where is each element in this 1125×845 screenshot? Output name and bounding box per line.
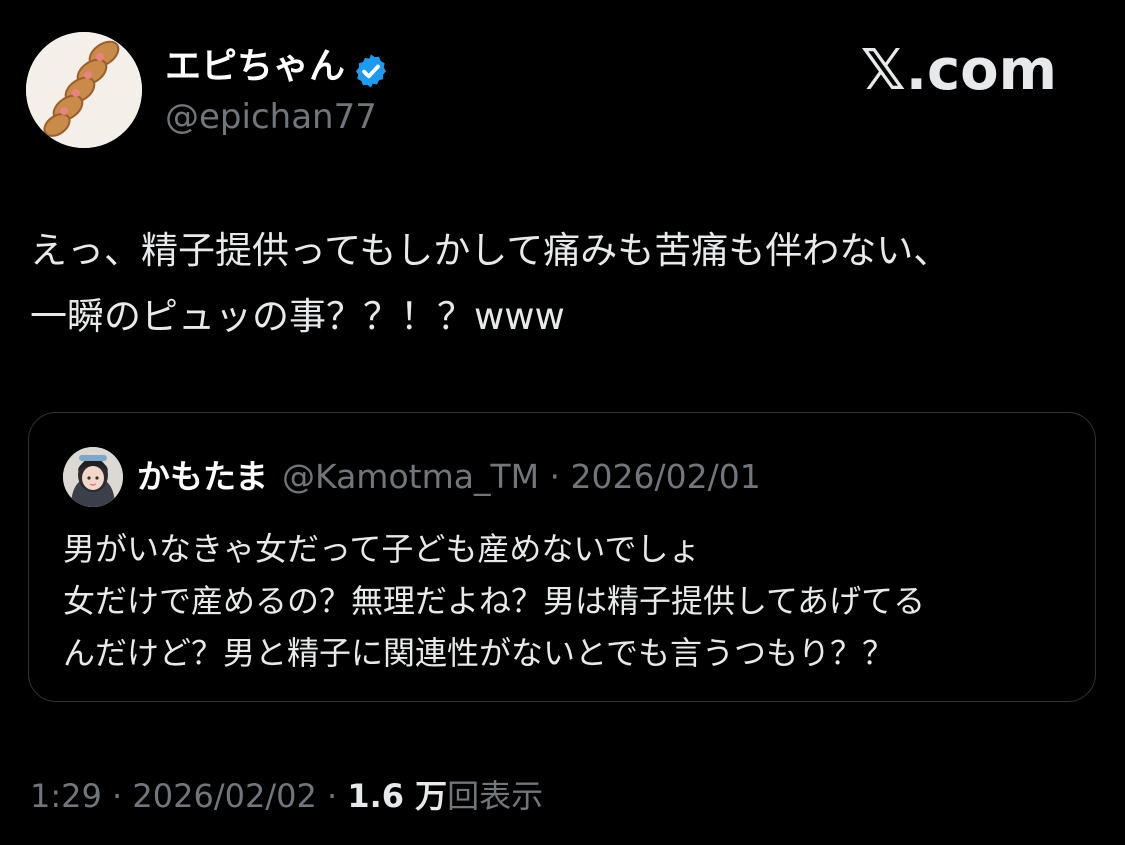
- post-text-line: えっ、精子提供ってもしかして痛みも苦痛も伴わない、: [30, 229, 951, 272]
- post-text-line: 一瞬のピュッの事？？！？www: [30, 295, 565, 338]
- post-timestamp[interactable]: 1:29 · 2026/02/02 ·: [30, 777, 347, 815]
- avatar-image: [26, 32, 142, 148]
- author-handle[interactable]: @epichan77: [165, 96, 377, 138]
- quote-avatar-image: [63, 447, 123, 507]
- brand-wordmark: 𝕏.com: [860, 38, 1057, 103]
- author-display-name[interactable]: エピちゃん: [165, 44, 345, 90]
- post-text: えっ、精子提供ってもしかして痛みも苦痛も伴わない、 一瞬のピュッの事？？！？ww…: [30, 218, 1100, 350]
- quote-author-name[interactable]: かもたま: [137, 457, 268, 496]
- views-label: 回表示: [447, 777, 544, 815]
- verified-badge-icon: [355, 54, 387, 88]
- quote-author-avatar[interactable]: [63, 447, 123, 507]
- quote-header: かもたま @Kamotma_TM · 2026/02/01: [137, 455, 761, 499]
- author-avatar[interactable]: [26, 32, 142, 148]
- quoted-post-card[interactable]: かもたま @Kamotma_TM · 2026/02/01 男がいなきゃ女だって子…: [28, 412, 1096, 702]
- quote-author-meta: @Kamotma_TM · 2026/02/01: [282, 457, 761, 496]
- post-footer: 1:29 · 2026/02/02 · 1.6 万回表示: [30, 774, 543, 818]
- quote-text-line: 女だけで産めるの？無理だよね？男は精子提供してあげてる: [63, 582, 926, 620]
- quote-text-line: 男がいなきゃ女だって子ども産めないでしょ: [63, 530, 701, 568]
- views-count: 1.6 万: [347, 777, 448, 815]
- quote-text: 男がいなきゃ女だって子ども産めないでしょ 女だけで産めるの？無理だよね？男は精子…: [63, 523, 1073, 679]
- quote-text-line: んだけど？男と精子に関連性がないとでも言うつもり？？: [63, 634, 895, 672]
